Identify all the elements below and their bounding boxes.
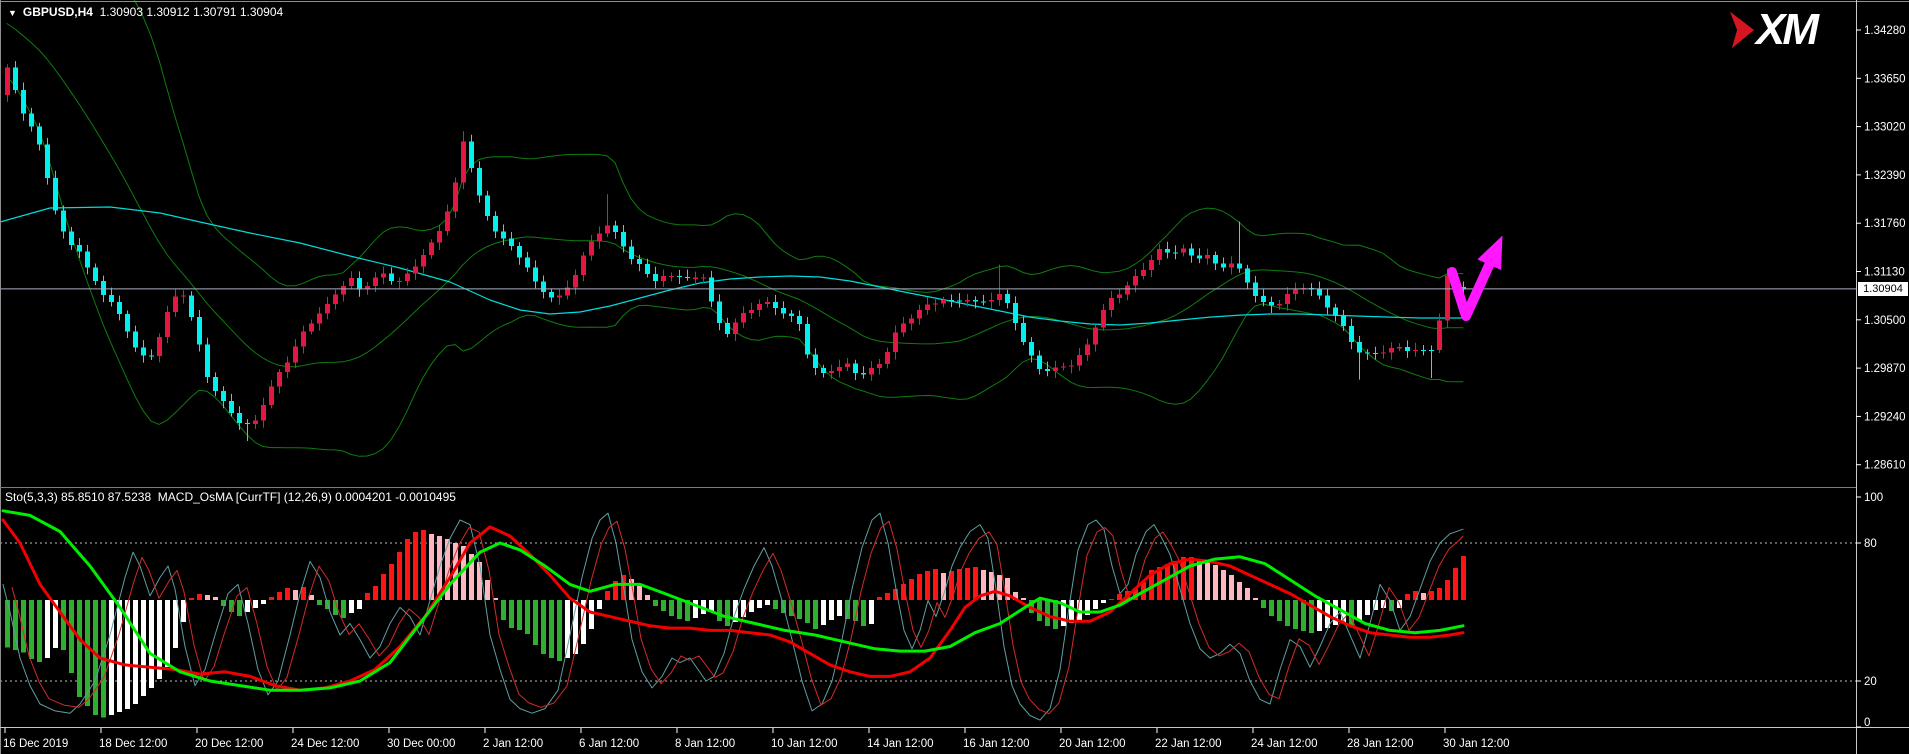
chart-canvas[interactable]: 1.34280 1.33650 1.33020 1.32390 1.31760 1.311… xyxy=(0,0,1909,754)
svg-text:16 Jan 12:00: 16 Jan 12:00 xyxy=(963,738,1030,750)
svg-text:1.28610: 1.28610 xyxy=(1864,460,1906,472)
svg-text:10 Jan 12:00: 10 Jan 12:00 xyxy=(771,738,838,750)
svg-text:16 Dec 2019: 16 Dec 2019 xyxy=(3,738,68,750)
price-axis[interactable]: 1.34280 1.33650 1.33020 1.32390 1.31760 1.311… xyxy=(1856,25,1906,472)
ohlc-close: 1.30904 xyxy=(240,5,283,19)
symbol-name: GBPUSD,H4 xyxy=(23,5,93,19)
xm-logo: XM xyxy=(1728,10,1816,50)
svg-text:1.33020: 1.33020 xyxy=(1864,122,1906,134)
indicator-label: Sto(5,3,3) 85.8510 87.5238 MACD_OsMA [Cu… xyxy=(5,490,456,504)
svg-text:8 Jan 12:00: 8 Jan 12:00 xyxy=(675,738,735,750)
svg-text:1.31760: 1.31760 xyxy=(1864,218,1906,230)
symbol-title: ▼ GBPUSD,H4 1.30903 1.30912 1.30791 1.309… xyxy=(8,5,283,19)
svg-text:0: 0 xyxy=(1864,717,1870,729)
svg-text:1.32390: 1.32390 xyxy=(1864,170,1906,182)
xm-logo-text: XM xyxy=(1756,10,1816,50)
ohlc-low: 1.30791 xyxy=(193,5,236,19)
svg-text:22 Jan 12:00: 22 Jan 12:00 xyxy=(1155,738,1222,750)
svg-text:1.29240: 1.29240 xyxy=(1864,411,1906,423)
svg-text:24 Jan 12:00: 24 Jan 12:00 xyxy=(1251,738,1318,750)
ma-cyan-line xyxy=(0,207,1463,325)
svg-text:80: 80 xyxy=(1864,538,1877,550)
svg-text:100: 100 xyxy=(1864,492,1883,504)
svg-text:1.31130: 1.31130 xyxy=(1864,267,1905,279)
xm-logo-arrow-icon xyxy=(1726,10,1756,50)
svg-text:18 Dec 12:00: 18 Dec 12:00 xyxy=(99,738,167,750)
indicator-axis[interactable]: 100 80 20 0 xyxy=(1856,492,1883,729)
ohlc-open: 1.30903 xyxy=(100,5,143,19)
svg-text:20 Jan 12:00: 20 Jan 12:00 xyxy=(1059,738,1126,750)
svg-text:20: 20 xyxy=(1864,676,1877,688)
pane-borders xyxy=(0,0,1909,754)
ohlc-high: 1.30912 xyxy=(146,5,189,19)
symbol-dropdown-icon[interactable]: ▼ xyxy=(8,8,17,18)
svg-text:1.29870: 1.29870 xyxy=(1864,363,1906,375)
trend-arrow-annotation[interactable] xyxy=(1452,236,1502,316)
svg-text:1.34280: 1.34280 xyxy=(1864,25,1906,37)
svg-text:1.33650: 1.33650 xyxy=(1864,73,1906,85)
chart-window: 1.34280 1.33650 1.33020 1.32390 1.31760 1.311… xyxy=(0,0,1909,754)
svg-text:30 Dec 00:00: 30 Dec 00:00 xyxy=(387,738,455,750)
svg-text:24 Dec 12:00: 24 Dec 12:00 xyxy=(291,738,359,750)
current-price-badge: 1.30904 xyxy=(1858,282,1908,296)
svg-text:2 Jan 12:00: 2 Jan 12:00 xyxy=(483,738,543,750)
svg-text:20 Dec 12:00: 20 Dec 12:00 xyxy=(195,738,263,750)
svg-text:28 Jan 12:00: 28 Jan 12:00 xyxy=(1347,738,1414,750)
svg-text:6 Jan 12:00: 6 Jan 12:00 xyxy=(579,738,639,750)
svg-text:1.30500: 1.30500 xyxy=(1864,315,1906,327)
candles-layer xyxy=(5,61,1466,441)
time-axis[interactable]: 16 Dec 2019 18 Dec 12:00 20 Dec 12:00 24 De… xyxy=(3,728,1510,750)
svg-text:30 Jan 12:00: 30 Jan 12:00 xyxy=(1443,738,1510,750)
svg-text:14 Jan 12:00: 14 Jan 12:00 xyxy=(867,738,934,750)
